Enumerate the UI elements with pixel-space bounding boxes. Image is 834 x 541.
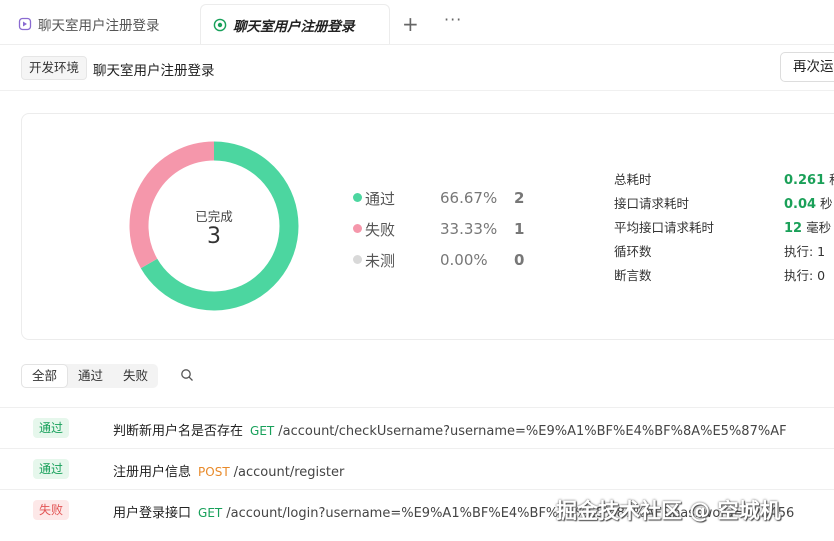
result-text: 注册用户信息 POST/account/register <box>113 461 344 480</box>
completed-label: 已完成 <box>195 209 233 224</box>
environment-badge[interactable]: 开发环境 <box>21 56 88 80</box>
http-method: POST <box>198 465 230 479</box>
metric-label: 接口请求耗时 <box>614 196 690 211</box>
legend-pct: 0.00% <box>440 251 488 269</box>
tab-active[interactable]: 聊天室用户注册登录 <box>200 4 390 44</box>
add-tab-icon[interactable]: + <box>402 12 419 36</box>
tab-inactive[interactable]: 聊天室用户注册登录 <box>18 4 160 44</box>
legend-name: 未测 <box>365 251 396 270</box>
watermark: 掘金技术社区 @ 空城机 <box>556 499 781 523</box>
api-name: 判断新用户名是否存在 <box>113 424 244 439</box>
api-path: /account/register <box>233 465 345 480</box>
metric-value: 执行: 0 <box>784 268 826 283</box>
page-title: 聊天室用户注册登录 <box>93 63 215 79</box>
result-row[interactable]: 通过 注册用户信息 POST/account/register <box>0 448 834 490</box>
donut-center: 已完成 3 <box>128 140 300 312</box>
result-filter: 全部 通过 失败 <box>21 364 159 388</box>
fail-dot <box>353 224 362 233</box>
more-icon[interactable]: ··· <box>444 10 462 29</box>
api-name: 注册用户信息 <box>113 465 192 480</box>
filter-fail[interactable]: 失败 <box>113 364 158 388</box>
tab-label: 聊天室用户注册登录 <box>38 18 160 34</box>
legend-name: 失败 <box>365 220 396 239</box>
metric-label: 断言数 <box>614 268 652 283</box>
metric-value: 12 毫秒 <box>784 220 832 236</box>
legend-count: 2 <box>514 189 525 207</box>
legend-name: 通过 <box>365 189 396 208</box>
result-text: 判断新用户名是否存在 GET/account/checkUsername?user… <box>113 420 787 439</box>
legend-count: 1 <box>514 220 525 238</box>
search-icon[interactable] <box>180 368 194 382</box>
pass-dot <box>353 193 362 202</box>
filter-all[interactable]: 全部 <box>21 364 69 388</box>
api-name: 用户登录接口 <box>113 506 192 521</box>
http-method: GET <box>250 424 275 438</box>
http-method: GET <box>198 506 223 520</box>
untested-dot <box>353 255 362 264</box>
legend-count: 0 <box>514 251 525 269</box>
metric-label: 平均接口请求耗时 <box>614 220 715 235</box>
api-path: /account/checkUsername?username=%E9%A1%B… <box>278 424 787 439</box>
metric-label: 循环数 <box>614 244 652 259</box>
metric-label: 总耗时 <box>614 172 652 187</box>
test-suite-icon <box>18 17 32 31</box>
status-badge: 通过 <box>33 459 70 479</box>
metric-value: 0.04 秒 <box>784 196 833 212</box>
tab-bar: 聊天室用户注册登录 聊天室用户注册登录 + ··· <box>0 0 834 45</box>
legend-pct: 66.67% <box>440 189 498 207</box>
metric-value: 执行: 1 <box>784 244 826 259</box>
run-report-icon <box>213 18 227 31</box>
tab-label: 聊天室用户注册登录 <box>233 18 355 35</box>
result-row[interactable]: 通过 判断新用户名是否存在 GET/account/checkUsername?u… <box>0 407 834 449</box>
metric-value: 0.261 秒 <box>784 172 834 188</box>
report-header: 开发环境 聊天室用户注册登录 再次运 <box>0 44 834 91</box>
completed-count: 3 <box>207 224 221 249</box>
rerun-button[interactable]: 再次运 <box>780 52 834 82</box>
status-badge: 通过 <box>33 418 70 438</box>
status-badge: 失败 <box>33 500 70 520</box>
legend-pct: 33.33% <box>440 220 498 238</box>
filter-pass[interactable]: 通过 <box>68 364 113 388</box>
summary-card: 已完成 3 通过 66.67% 2 失败 33.33% 1 未测 0.00% 0… <box>21 113 834 340</box>
